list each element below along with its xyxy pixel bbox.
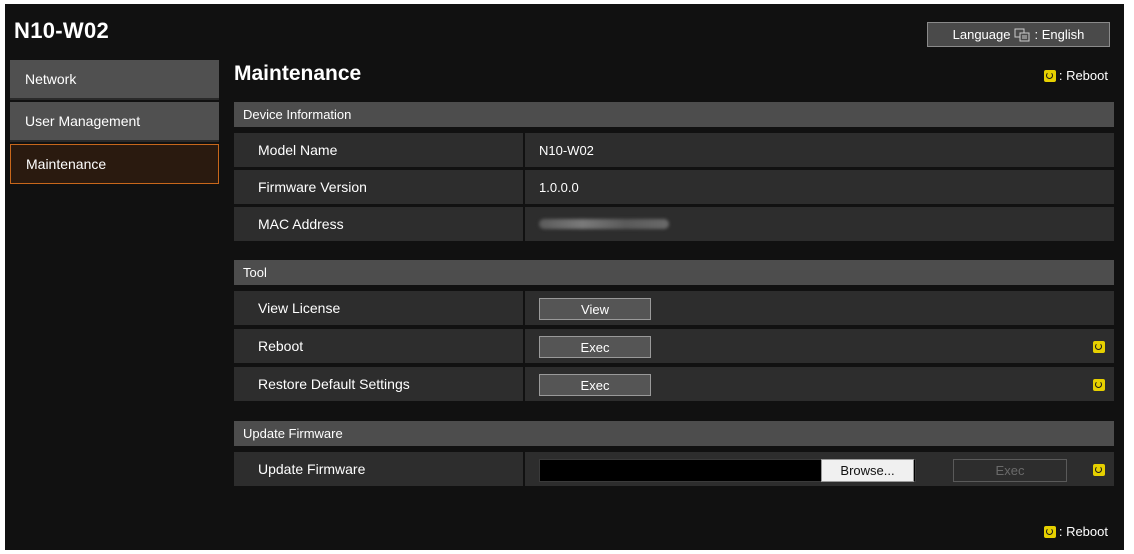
section-header-tool: Tool [234, 260, 1114, 285]
update-firmware-exec-button[interactable]: Exec [953, 459, 1067, 482]
reboot-exec-button[interactable]: Exec [539, 336, 651, 358]
sidebar-item-user-management[interactable]: User Management [10, 102, 219, 142]
language-value: : English [1034, 27, 1085, 42]
sidebar-item-network[interactable]: Network [10, 60, 219, 100]
reboot-icon [1093, 341, 1105, 353]
row-view-license: View License View [234, 291, 1114, 327]
row-mac-address: MAC Address [234, 207, 1114, 243]
row-label: Update Firmware [234, 452, 525, 486]
reboot-legend-text: : Reboot [1058, 524, 1108, 539]
row-reboot: Reboot Exec [234, 329, 1114, 365]
section-header-device-information: Device Information [234, 102, 1114, 127]
app-title: N10-W02 [14, 18, 110, 43]
row-value: N10-W02 [539, 142, 594, 158]
browse-button[interactable]: Browse... [821, 459, 914, 482]
row-label: View License [234, 291, 525, 325]
section-header-update-firmware: Update Firmware [234, 421, 1114, 446]
row-label: Firmware Version [234, 170, 525, 204]
page-title: Maintenance [234, 62, 362, 85]
language-label: Language [952, 27, 1011, 42]
restore-default-exec-button[interactable]: Exec [539, 374, 651, 396]
reboot-icon [1043, 525, 1056, 538]
reboot-legend-bottom: : Reboot [1043, 524, 1108, 539]
row-label: Reboot [234, 329, 525, 363]
reboot-icon [1043, 69, 1056, 82]
row-firmware-version: Firmware Version 1.0.0.0 [234, 170, 1114, 206]
row-value [525, 207, 1114, 241]
reboot-icon [1093, 379, 1105, 391]
row-restore-default-settings: Restore Default Settings Exec [234, 367, 1114, 403]
reboot-icon [1093, 464, 1105, 476]
row-label: Restore Default Settings [234, 367, 525, 401]
language-icon [1014, 28, 1030, 42]
row-model-name: Model Name N10-W02 [234, 133, 1114, 169]
app-window: N10-W02 Language : English Network User … [5, 4, 1124, 550]
sidebar-item-label: Maintenance [26, 156, 107, 172]
sidebar-item-label: User Management [25, 113, 141, 129]
language-button[interactable]: Language : English [927, 22, 1110, 47]
reboot-legend-top: : Reboot [1043, 68, 1108, 83]
reboot-legend-text: : Reboot [1058, 68, 1108, 83]
sidebar-item-maintenance[interactable]: Maintenance [10, 144, 219, 184]
row-update-firmware: Update Firmware Browse... Exec [234, 452, 1114, 488]
row-label: MAC Address [234, 207, 525, 241]
redacted-mac-address [539, 219, 669, 229]
row-value: 1.0.0.0 [539, 179, 579, 195]
sidebar-item-label: Network [25, 71, 77, 87]
view-license-button[interactable]: View [539, 298, 651, 320]
row-label: Model Name [234, 133, 525, 167]
